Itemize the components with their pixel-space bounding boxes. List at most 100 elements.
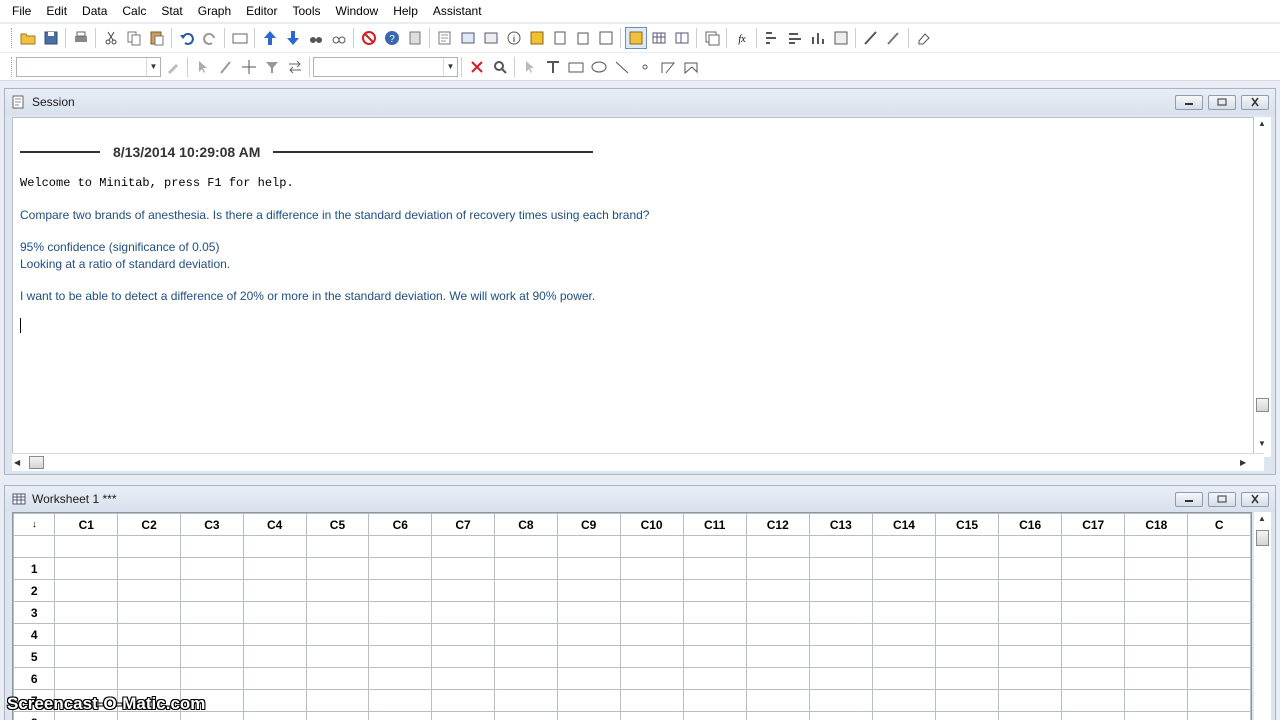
- up-arrow-icon[interactable]: [259, 27, 281, 49]
- column-name-cell[interactable]: [179, 535, 244, 558]
- row-direction-arrow[interactable]: ↓: [13, 513, 56, 536]
- data-cell[interactable]: [431, 689, 495, 712]
- row-header[interactable]: 5: [13, 645, 56, 668]
- data-cell[interactable]: [431, 623, 495, 646]
- dot-icon[interactable]: [634, 56, 656, 78]
- menu-calc[interactable]: Calc: [122, 4, 146, 18]
- data-cell[interactable]: [682, 601, 747, 624]
- dde-icon[interactable]: [595, 27, 617, 49]
- data-cell[interactable]: [682, 557, 747, 580]
- box-chart-icon[interactable]: [807, 27, 829, 49]
- data-cell[interactable]: [242, 645, 307, 668]
- session-horizontal-scrollbar[interactable]: ◀ ▶: [12, 453, 1264, 471]
- column-header[interactable]: C9: [556, 513, 621, 536]
- pointer-icon[interactable]: [519, 56, 541, 78]
- crosshair-icon[interactable]: [238, 56, 260, 78]
- data-cell[interactable]: [871, 711, 937, 720]
- ellipse-icon[interactable]: [588, 56, 610, 78]
- column-name-cell[interactable]: [556, 535, 621, 558]
- data-cell[interactable]: [808, 579, 873, 602]
- data-cell[interactable]: [54, 667, 119, 690]
- data-cell[interactable]: [934, 645, 1000, 668]
- data-cell[interactable]: [745, 601, 810, 624]
- data-cell[interactable]: [1124, 711, 1189, 720]
- data-cell[interactable]: [1187, 711, 1251, 720]
- data-cell[interactable]: [179, 601, 244, 624]
- cancel-icon[interactable]: [358, 27, 380, 49]
- data-cell[interactable]: [1061, 711, 1126, 720]
- column-header[interactable]: C2: [117, 513, 181, 536]
- data-cell[interactable]: [179, 623, 244, 646]
- data-cell[interactable]: [1187, 689, 1251, 712]
- data-cell[interactable]: [1061, 579, 1126, 602]
- data-cell[interactable]: [934, 667, 1000, 690]
- column-name-cell[interactable]: [808, 535, 873, 558]
- cut-icon[interactable]: [100, 27, 122, 49]
- data-cell[interactable]: [1124, 645, 1189, 668]
- column-header[interactable]: C10: [619, 513, 684, 536]
- data-cell[interactable]: [871, 623, 937, 646]
- data-cell[interactable]: [619, 623, 684, 646]
- graph-manager-icon[interactable]: [701, 27, 723, 49]
- data-cell[interactable]: [871, 601, 937, 624]
- data-cell[interactable]: [54, 557, 119, 580]
- data-cell[interactable]: [745, 689, 810, 712]
- data-cell[interactable]: [1061, 601, 1126, 624]
- data-cell[interactable]: [1124, 557, 1189, 580]
- save-icon[interactable]: [40, 27, 62, 49]
- column-name-cell[interactable]: [998, 535, 1063, 558]
- column-header[interactable]: C4: [242, 513, 307, 536]
- data-cell[interactable]: [368, 579, 433, 602]
- data-cell[interactable]: [305, 579, 370, 602]
- down-arrow-icon[interactable]: [282, 27, 304, 49]
- scroll-thumb[interactable]: [1256, 398, 1269, 412]
- data-cell[interactable]: [493, 557, 558, 580]
- data-cell[interactable]: [368, 601, 433, 624]
- data-cell[interactable]: [242, 623, 307, 646]
- column-name-cell[interactable]: [934, 535, 1000, 558]
- session-folder-icon[interactable]: [624, 27, 647, 49]
- data-cell[interactable]: [619, 689, 684, 712]
- column-name-cell[interactable]: [117, 535, 181, 558]
- data-cell[interactable]: [556, 667, 621, 690]
- project-icon[interactable]: [480, 27, 502, 49]
- column-name-cell[interactable]: [1061, 535, 1126, 558]
- menu-window[interactable]: Window: [336, 4, 379, 18]
- data-cell[interactable]: [1124, 601, 1189, 624]
- flag-icon[interactable]: [261, 56, 283, 78]
- data-cell[interactable]: [998, 557, 1063, 580]
- column-name-cell[interactable]: [431, 535, 495, 558]
- data-cell[interactable]: [556, 557, 621, 580]
- column-header[interactable]: C13: [808, 513, 873, 536]
- column-header[interactable]: C17: [1061, 513, 1126, 536]
- data-cell[interactable]: [117, 667, 181, 690]
- data-cell[interactable]: [1187, 579, 1251, 602]
- scroll-left-icon[interactable]: ◀: [14, 458, 20, 467]
- scroll-up-icon[interactable]: ▲: [1258, 514, 1266, 523]
- column-name-cell[interactable]: [368, 535, 433, 558]
- data-cell[interactable]: [745, 623, 810, 646]
- data-cell[interactable]: [682, 667, 747, 690]
- menu-tools[interactable]: Tools: [292, 4, 320, 18]
- data-cell[interactable]: [117, 557, 181, 580]
- data-cell[interactable]: [242, 601, 307, 624]
- data-cell[interactable]: [117, 645, 181, 668]
- data-cell[interactable]: [682, 689, 747, 712]
- data-cell[interactable]: [1124, 667, 1189, 690]
- data-cell[interactable]: [619, 645, 684, 668]
- data-cell[interactable]: [745, 645, 810, 668]
- data-cell[interactable]: [745, 557, 810, 580]
- data-cell[interactable]: [934, 623, 1000, 646]
- column-header[interactable]: C8: [493, 513, 558, 536]
- redo-icon[interactable]: [199, 27, 221, 49]
- data-cell[interactable]: [871, 667, 937, 690]
- menu-edit[interactable]: Edit: [46, 4, 67, 18]
- data-cell[interactable]: [179, 667, 244, 690]
- session-icon[interactable]: [434, 27, 456, 49]
- column-header[interactable]: C14: [871, 513, 937, 536]
- data-cell[interactable]: [998, 689, 1063, 712]
- data-cell[interactable]: [556, 711, 621, 720]
- window-icon[interactable]: [229, 27, 251, 49]
- data-cell[interactable]: [368, 667, 433, 690]
- zoom-icon[interactable]: [489, 56, 511, 78]
